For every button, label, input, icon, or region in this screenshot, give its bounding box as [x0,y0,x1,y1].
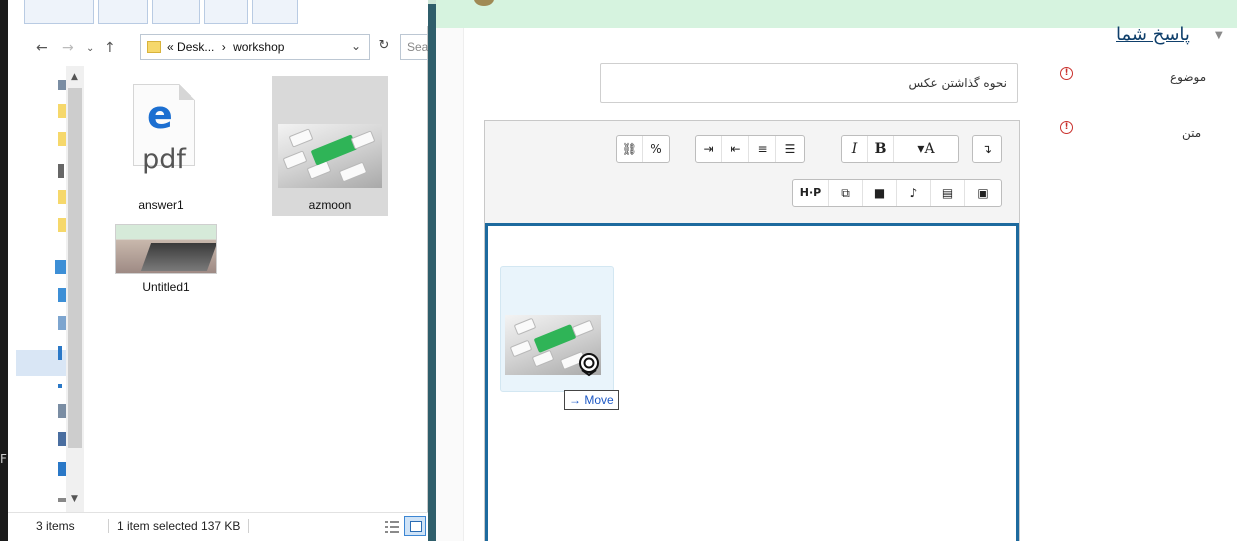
pdf-badge: pdf [142,144,186,175]
large-icons-view-icon[interactable] [404,516,426,536]
up-arrow-icon[interactable]: ↑ [104,40,116,56]
selection-info: 1 item selected 137 KB [108,519,240,533]
recent-locations-chevron-icon[interactable]: ⌄ [86,43,94,54]
file-item-untitled1[interactable]: Untitled1 [111,222,221,302]
h5p-button[interactable]: H·P [793,180,829,206]
ordered-list-icon[interactable]: ≡ [750,136,776,162]
search-input[interactable]: Sea [400,34,430,60]
folder-icon [147,41,161,53]
editor-content-area[interactable]: → Move [485,223,1019,541]
atto-editor: ⛓ % ⇥ ⇤ ≡ ☰ I B ▾A ↴ H·P ⧉ ■ ♪ ▤ ▣ → Mov… [484,120,1020,541]
address-bar[interactable]: « Desk... › workshop ⌄ [140,34,370,60]
file-name: azmoon [308,198,352,212]
file-name: Untitled1 [142,280,190,294]
explorer-ribbon-tabs [8,0,428,26]
breadcrumb-workshop[interactable]: workshop [233,40,284,54]
background-window-edge: F [0,0,8,541]
edge-icon: e [147,93,173,137]
dragged-image-preview[interactable] [500,266,614,392]
required-icon: ! [1060,121,1073,134]
back-arrow-icon[interactable]: ← [36,40,48,56]
ribbon-tab[interactable] [204,0,248,24]
screen: F ← → ⌄ ↑ « Desk... › workshop ⌄ ↻ Sea ▲… [0,0,1237,541]
refresh-icon[interactable]: ↻ [372,34,396,60]
outdent-icon[interactable]: ⇤ [723,136,749,162]
scroll-down-icon[interactable]: ▼ [71,494,78,504]
screenshot-thumbnail-image [115,224,217,274]
editor-toolbar: ⛓ % ⇥ ⇤ ≡ ☰ I B ▾A ↴ H·P ⧉ ■ ♪ ▤ ▣ [485,121,1019,223]
scroll-up-icon[interactable]: ▲ [71,72,78,82]
moodle-page: ▼ پاسخ شما موضوع ! نحوه گذاشتن عکس متن !… [436,0,1237,541]
links-group: ⛓ % [616,135,670,163]
link-icon[interactable]: % [643,136,669,162]
media-icon[interactable]: ▤ [931,180,965,206]
file-item-answer1[interactable]: e pdf answer1 [111,78,211,213]
section-title-your-answer[interactable]: پاسخ شما [1116,24,1190,45]
required-icon: ! [1060,67,1073,80]
file-item-azmoon[interactable]: azmoon [272,76,388,216]
nav-drive-icon[interactable] [58,462,66,476]
collapse-caret-icon[interactable]: ▼ [1215,30,1223,41]
unordered-list-icon[interactable]: ☰ [777,136,803,162]
status-divider [248,519,249,533]
drag-move-tooltip: → Move [564,390,619,410]
avatar [474,0,494,6]
nav-downloads-icon[interactable] [58,346,62,360]
bold-button[interactable]: B [868,136,894,162]
lists-group: ⇥ ⇤ ≡ ☰ [695,135,805,163]
details-view-icon[interactable] [384,519,400,535]
unlink-icon[interactable]: ⛓ [617,136,643,162]
insert-group: H·P ⧉ ■ ♪ ▤ ▣ [792,179,1002,207]
address-prefix: « [167,40,174,54]
ribbon-tab[interactable] [98,0,148,24]
item-count: 3 items [36,519,75,533]
nav-music-icon[interactable] [58,384,62,388]
text-label: متن [1182,126,1202,140]
file-name: answer1 [138,198,184,212]
collapse-group: ↴ [972,135,1002,163]
style-group: I B ▾A [841,135,959,163]
ribbon-tab[interactable] [24,0,94,24]
nav-download-icon[interactable] [58,164,64,178]
edge-letter: F [0,452,7,466]
toolbar-toggle-button[interactable]: ↴ [974,136,1000,162]
keyboard-thumbnail-image [278,124,382,188]
drag-cursor-icon [579,353,599,377]
subject-input[interactable]: نحوه گذاشتن عکس [600,63,1018,103]
address-dropdown-icon[interactable]: ⌄ [351,39,361,53]
file-explorer-window: ← → ⌄ ↑ « Desk... › workshop ⌄ ↻ Sea ▲ ▼… [8,0,430,541]
video-icon[interactable]: ■ [863,180,897,206]
page-left-gutter [436,28,464,541]
ribbon-tab[interactable] [152,0,200,24]
scroll-thumb[interactable] [68,88,82,448]
microphone-icon[interactable]: ♪ [897,180,931,206]
subject-label: موضوع [1170,70,1207,84]
ribbon-tab[interactable] [252,0,298,24]
paragraph-styles-button[interactable]: ▾A [894,136,958,162]
indent-icon[interactable]: ⇥ [696,136,722,162]
window-divider [428,0,436,541]
breadcrumb-separator: › [221,40,226,54]
forward-arrow-icon[interactable]: → [62,40,74,56]
italic-button[interactable]: I [842,136,868,162]
status-bar: 3 items 1 item selected 137 KB [8,512,428,541]
nav-pane-scrollbar[interactable]: ▲ ▼ [66,66,84,512]
breadcrumb-desktop[interactable]: Desk... [177,40,214,54]
manage-files-icon[interactable]: ⧉ [829,180,863,206]
image-icon[interactable]: ▣ [965,180,1001,206]
